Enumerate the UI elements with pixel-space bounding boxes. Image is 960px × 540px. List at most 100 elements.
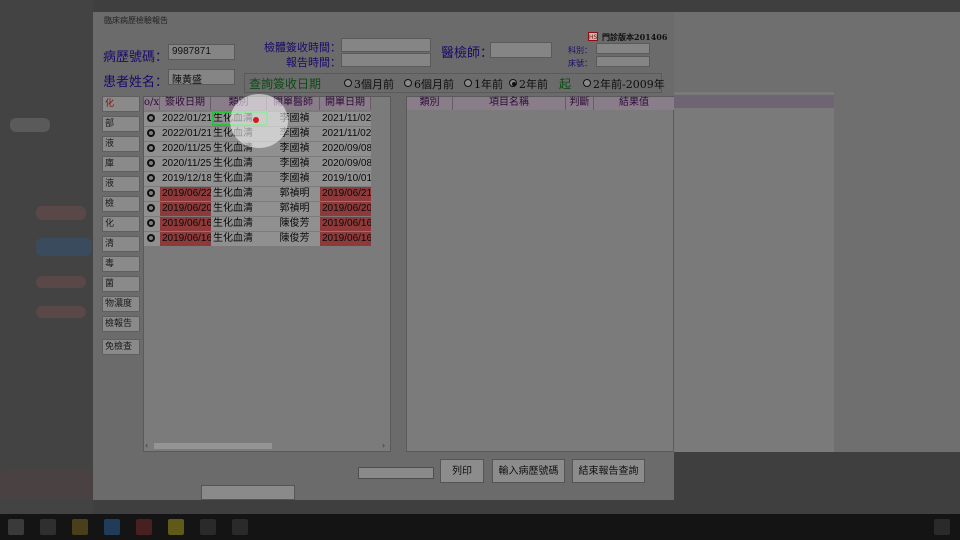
table-cell-type[interactable]: 生化血清 xyxy=(211,172,267,186)
col-header-date: 簽收日期 xyxy=(160,97,211,110)
end-query-button[interactable]: 結束報告查詢 xyxy=(572,459,645,483)
background-panel xyxy=(0,0,93,514)
sidebar-item-7[interactable]: 清 xyxy=(102,236,140,252)
row-select-marker[interactable] xyxy=(147,204,155,212)
table-cell-order-date[interactable]: 2019/06/20 xyxy=(320,202,371,216)
report-time-label: 報告時間： xyxy=(286,56,341,69)
sidebar-item-1[interactable]: 部 xyxy=(102,116,140,132)
taskbar-app-icon-3[interactable] xyxy=(104,519,120,535)
option-range-radio[interactable] xyxy=(583,79,591,87)
col-header-ox: o/x xyxy=(144,97,160,110)
row-select-marker[interactable] xyxy=(147,219,155,227)
scroll-right-arrow[interactable]: › xyxy=(382,441,385,450)
row-select-marker[interactable] xyxy=(147,174,155,182)
row-select-marker[interactable] xyxy=(147,144,155,152)
taskbar-app-icon-2[interactable] xyxy=(72,519,88,535)
table-cell-type[interactable]: 生化血清 xyxy=(211,202,267,216)
status-box xyxy=(358,467,434,479)
table-cell-doctor[interactable]: 郭禎明 xyxy=(267,202,320,216)
table-cell-date[interactable]: 2019/06/16 xyxy=(160,232,211,246)
cursor-spotlight xyxy=(230,94,288,148)
table-cell-date[interactable]: 2019/12/18 xyxy=(160,172,211,186)
option-6-months-radio[interactable] xyxy=(404,79,412,87)
dept-label: 科別： xyxy=(568,46,592,55)
table-cell-order-date[interactable]: 2019/10/01 xyxy=(320,172,371,186)
table-cell-order-date[interactable]: 2019/06/16 xyxy=(320,232,371,246)
taskbar-app-icon-4[interactable] xyxy=(136,519,152,535)
examiner-label: 醫檢師： xyxy=(441,46,494,61)
start-icon[interactable] xyxy=(8,519,24,535)
option-2-years-label[interactable]: 2年前 xyxy=(519,76,548,92)
row-select-marker[interactable] xyxy=(147,234,155,242)
row-select-marker[interactable] xyxy=(147,189,155,197)
table-cell-date[interactable]: 2019/06/22 xyxy=(160,187,211,201)
sidebar-item-10[interactable]: 物濃度 xyxy=(102,296,140,312)
table-cell-doctor[interactable]: 郭禎明 xyxy=(267,187,320,201)
background-blur-3 xyxy=(36,238,92,256)
sidebar-item-6[interactable]: 化 xyxy=(102,216,140,232)
option-3-months-radio[interactable] xyxy=(344,79,352,87)
sidebar-item-8[interactable]: 毒 xyxy=(102,256,140,272)
option-1-year-radio[interactable] xyxy=(464,79,472,87)
taskbar-app-icon-6[interactable] xyxy=(200,519,216,535)
taskbar-app-icon-1[interactable] xyxy=(40,519,56,535)
table-cell-type[interactable]: 生化血清 xyxy=(211,187,267,201)
sidebar-item-4[interactable]: 液 xyxy=(102,176,140,192)
scrollbar-thumb[interactable] xyxy=(154,443,272,449)
sidebar-item-5[interactable]: 檢 xyxy=(102,196,140,212)
option-range-label[interactable]: 2年前-2009年 xyxy=(593,76,665,92)
table-cell-type[interactable]: 生化血清 xyxy=(211,157,267,171)
print-button[interactable]: 列印 xyxy=(440,459,484,483)
sidebar-item-9[interactable]: 菌 xyxy=(102,276,140,292)
table-cell-date[interactable]: 2019/06/20 xyxy=(160,202,211,216)
right-extension-inner xyxy=(674,92,834,452)
examiner-field xyxy=(490,42,552,58)
chart-no-field[interactable]: 9987871 xyxy=(168,44,235,60)
table-cell-order-date[interactable]: 2020/09/08 xyxy=(320,157,371,171)
option-1-year-label[interactable]: 1年前 xyxy=(474,76,503,92)
row-select-marker[interactable] xyxy=(147,129,155,137)
table-cell-doctor[interactable]: 李國禎 xyxy=(267,157,320,171)
table-cell-date[interactable]: 2019/06/16 xyxy=(160,217,211,231)
bottom-tab xyxy=(201,485,295,500)
enter-chart-no-button[interactable]: 輸入病歷號碼 xyxy=(492,459,565,483)
sidebar-item-0[interactable]: 化 xyxy=(102,96,140,112)
scroll-left-arrow[interactable]: ‹ xyxy=(145,441,148,450)
background-blur-5 xyxy=(36,306,86,318)
table-cell-doctor[interactable]: 陳俊芳 xyxy=(267,232,320,246)
table-cell-type[interactable]: 生化血清 xyxy=(211,232,267,246)
sidebar-item-12[interactable]: 免檢查 xyxy=(102,339,140,355)
option-2-years-radio[interactable] xyxy=(509,79,517,87)
sidebar-item-11[interactable]: 檢報告 xyxy=(102,316,140,332)
bed-label: 床號： xyxy=(568,59,592,68)
table-cell-date[interactable]: 2022/01/21 xyxy=(160,112,211,126)
option-6-months-label[interactable]: 6個月前 xyxy=(414,76,454,92)
table-cell-order-date[interactable]: 2019/06/16 xyxy=(320,217,371,231)
table-cell-order-date[interactable]: 2021/11/02 xyxy=(320,127,371,141)
sidebar-item-2[interactable]: 液 xyxy=(102,136,140,152)
table-cell-type[interactable]: 生化血清 xyxy=(211,217,267,231)
table-cell-order-date[interactable]: 2019/06/21 xyxy=(320,187,371,201)
patient-name-field: 陳黃盛 xyxy=(168,69,235,85)
table-cell-doctor[interactable]: 李國禎 xyxy=(267,172,320,186)
table-cell-date[interactable]: 2020/11/25 xyxy=(160,142,211,156)
option-3-months-label[interactable]: 3個月前 xyxy=(354,76,394,92)
dept-field xyxy=(596,43,650,54)
taskbar-app-icon-7[interactable] xyxy=(232,519,248,535)
window-title: 臨床病歷檢驗報告 xyxy=(104,16,168,25)
specimen-time-field xyxy=(341,38,431,52)
table-cell-doctor[interactable]: 陳俊芳 xyxy=(267,217,320,231)
row-select-marker[interactable] xyxy=(147,114,155,122)
table-cell-order-date[interactable]: 2020/09/08 xyxy=(320,142,371,156)
table-cell-order-date[interactable]: 2021/11/02 xyxy=(320,112,371,126)
sidebar-item-3[interactable]: 庫 xyxy=(102,156,140,172)
results-col-value: 結果值 xyxy=(594,97,674,110)
taskbar-app-icon-5[interactable] xyxy=(168,519,184,535)
version-badge: HS xyxy=(588,32,598,41)
taskbar-tray-icon[interactable] xyxy=(934,519,950,535)
table-cell-doctor[interactable]: 李國禎 xyxy=(267,142,320,156)
results-table xyxy=(406,96,674,452)
table-cell-date[interactable]: 2022/01/21 xyxy=(160,127,211,141)
table-cell-date[interactable]: 2020/11/25 xyxy=(160,157,211,171)
row-select-marker[interactable] xyxy=(147,159,155,167)
